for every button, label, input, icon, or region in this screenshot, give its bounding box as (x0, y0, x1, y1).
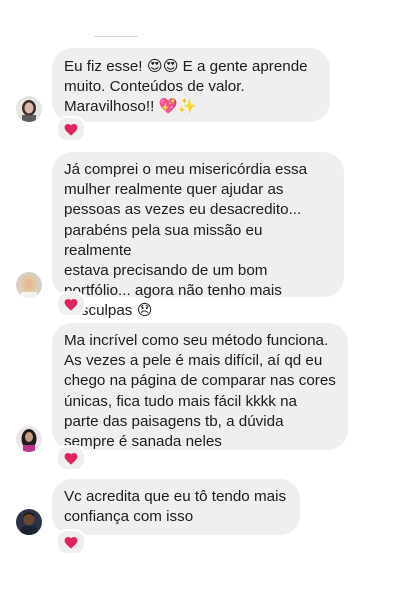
heart-icon (64, 123, 78, 136)
heart-eyes-emoji: 😍 (146, 58, 163, 75)
heart-eyes-emoji: 😍 (162, 58, 179, 75)
heart-icon (64, 536, 78, 549)
message-bubble[interactable]: Eu fiz esse! 😍😍 E a gente aprende muito.… (52, 48, 330, 122)
avatar-woman-long-dark-hair[interactable] (16, 426, 42, 452)
avatar-woman-dark-hair[interactable] (16, 96, 42, 122)
dm-thread: Eu fiz esse! 😍😍 E a gente aprende muito.… (0, 0, 400, 600)
heart-reaction[interactable] (56, 291, 86, 317)
message-text: Vc acredita que eu tô tendo mais confian… (64, 488, 287, 526)
message-bubble[interactable]: Vc acredita que eu tô tendo mais confian… (52, 479, 300, 535)
heart-reaction[interactable] (56, 445, 86, 471)
heart-reaction[interactable] (56, 116, 86, 142)
message-text: Eu fiz esse! 😍😍 E a gente aprende muito.… (64, 58, 308, 116)
heart-reaction[interactable] (56, 529, 86, 555)
avatar-woman-blonde[interactable] (16, 272, 42, 298)
message-bubble[interactable]: Ma incrível como seu método funciona. As… (52, 323, 348, 450)
avatar-man[interactable] (16, 509, 42, 535)
message-text: Já comprei o meu misericórdia essa mulhe… (64, 161, 308, 320)
message-bubble[interactable]: Já comprei o meu misericórdia essa mulhe… (52, 152, 344, 319)
sparkling-heart-emoji: 💖 (158, 98, 178, 116)
heart-icon (64, 452, 78, 465)
sparkles-emoji: ✨ (177, 98, 197, 116)
heart-icon (64, 298, 78, 311)
message-text: Ma incrível como seu método funciona. As… (64, 332, 336, 451)
divider (94, 36, 138, 37)
disappointed-emoji: 😞 (136, 302, 153, 320)
